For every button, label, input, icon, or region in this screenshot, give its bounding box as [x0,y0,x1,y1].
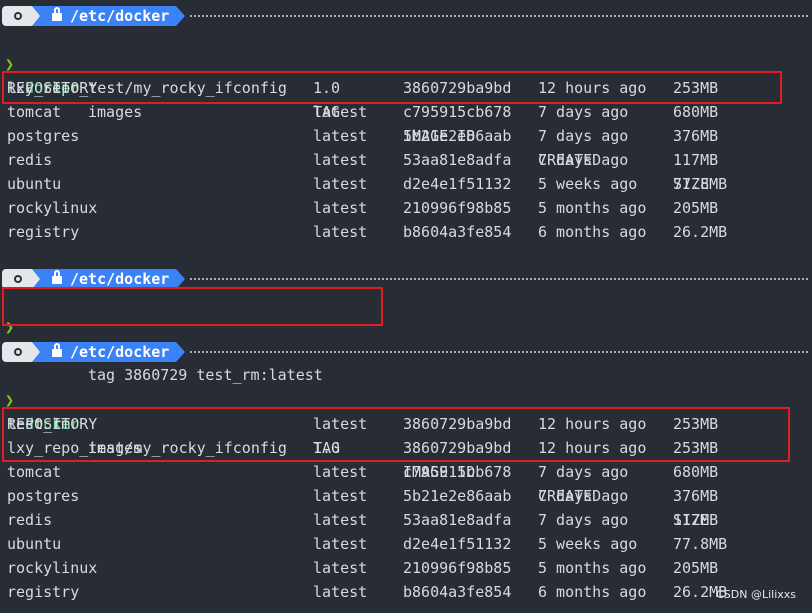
cell-tag: latest [313,559,368,577]
cell-repository: redis [7,151,53,169]
cell-image-id: 5b21e2e86aab [403,487,512,505]
cell-image-id: b8604a3fe854 [403,583,512,601]
cell-created: 5 months ago [538,199,647,217]
prompt-dotted-filler [190,278,808,280]
prompt-path: /etc/docker [70,343,170,361]
cell-created: 6 months ago [538,583,647,601]
cell-image-id: 53aa81e8adfa [403,151,512,169]
cell-created: 6 months ago [538,223,647,241]
os-logo-icon [14,12,22,20]
cell-created: 5 weeks ago [538,535,638,553]
cell-tag: latest [313,487,368,505]
cell-repository: rockylinux [7,559,98,577]
cell-repository: postgres [7,487,80,505]
cell-size: 376MB [673,487,719,505]
command-line: ❯ docker images [0,28,142,121]
prompt-dotted-filler [190,351,808,353]
prompt-path: /etc/docker [70,270,170,288]
cell-tag: latest [313,151,368,169]
cell-created: 7 days ago [538,127,629,145]
lock-icon [52,343,62,357]
cell-repository: registry [7,223,80,241]
cell-tag: latest [313,535,368,553]
cell-tag: latest [313,463,368,481]
cell-image-id: 53aa81e8adfa [403,511,512,529]
prompt-line: /etc/docker [0,340,812,364]
cell-image-id: 210996f98b85 [403,559,512,577]
highlight-box [2,71,782,104]
os-segment [2,342,32,362]
cell-tag: latest [313,223,368,241]
cell-tag: latest [313,511,368,529]
cell-image-id: 210996f98b85 [403,199,512,217]
cell-tag: latest [313,583,368,601]
cell-repository: ubuntu [7,175,62,193]
cell-image-id: 5b21e2e86aab [403,127,512,145]
cell-created: 7 days ago [538,151,629,169]
cell-tag: latest [313,127,368,145]
cell-created: 5 months ago [538,559,647,577]
cell-size: 77.8MB [673,175,728,193]
command-line: ❯ docker images [0,364,142,457]
lock-icon [52,7,62,21]
prompt-dotted-filler [190,15,808,17]
cell-repository: redis [7,511,53,529]
cell-size: 205MB [673,199,719,217]
os-logo-icon [14,348,22,356]
cell-repository: registry [7,583,80,601]
cell-size: 376MB [673,127,719,145]
highlight-box [2,287,383,326]
prompt-line: /etc/docker [0,4,812,28]
watermark: CSDN @Lilixxs [716,588,796,601]
cell-image-id: d2e4e1f51132 [403,175,512,193]
cell-created: 5 weeks ago [538,175,638,193]
cell-created: 7 days ago [538,463,629,481]
cell-created: 7 days ago [538,511,629,529]
cell-size: 205MB [673,559,719,577]
cell-size: 117MB [673,151,719,169]
os-segment [2,269,32,289]
highlight-box [2,407,790,462]
cell-repository: tomcat [7,463,62,481]
cell-image-id: d2e4e1f51132 [403,535,512,553]
cell-image-id: c795915cb678 [403,463,512,481]
cell-repository: postgres [7,127,80,145]
cell-repository: ubuntu [7,535,62,553]
cell-image-id: b8604a3fe854 [403,223,512,241]
cell-size: 77.8MB [673,535,728,553]
cell-size: 680MB [673,463,719,481]
cell-tag: latest [313,175,368,193]
lock-icon [52,270,62,284]
cell-tag: latest [313,199,368,217]
cell-repository: rockylinux [7,199,98,217]
os-logo-icon [14,275,22,283]
os-segment [2,6,32,26]
command-args: tag 3860729 test_rm:latest [88,366,323,384]
cell-size: 26.2MB [673,223,728,241]
cell-created: 7 days ago [538,487,629,505]
prompt-path: /etc/docker [70,7,170,25]
cell-size: 117MB [673,511,719,529]
